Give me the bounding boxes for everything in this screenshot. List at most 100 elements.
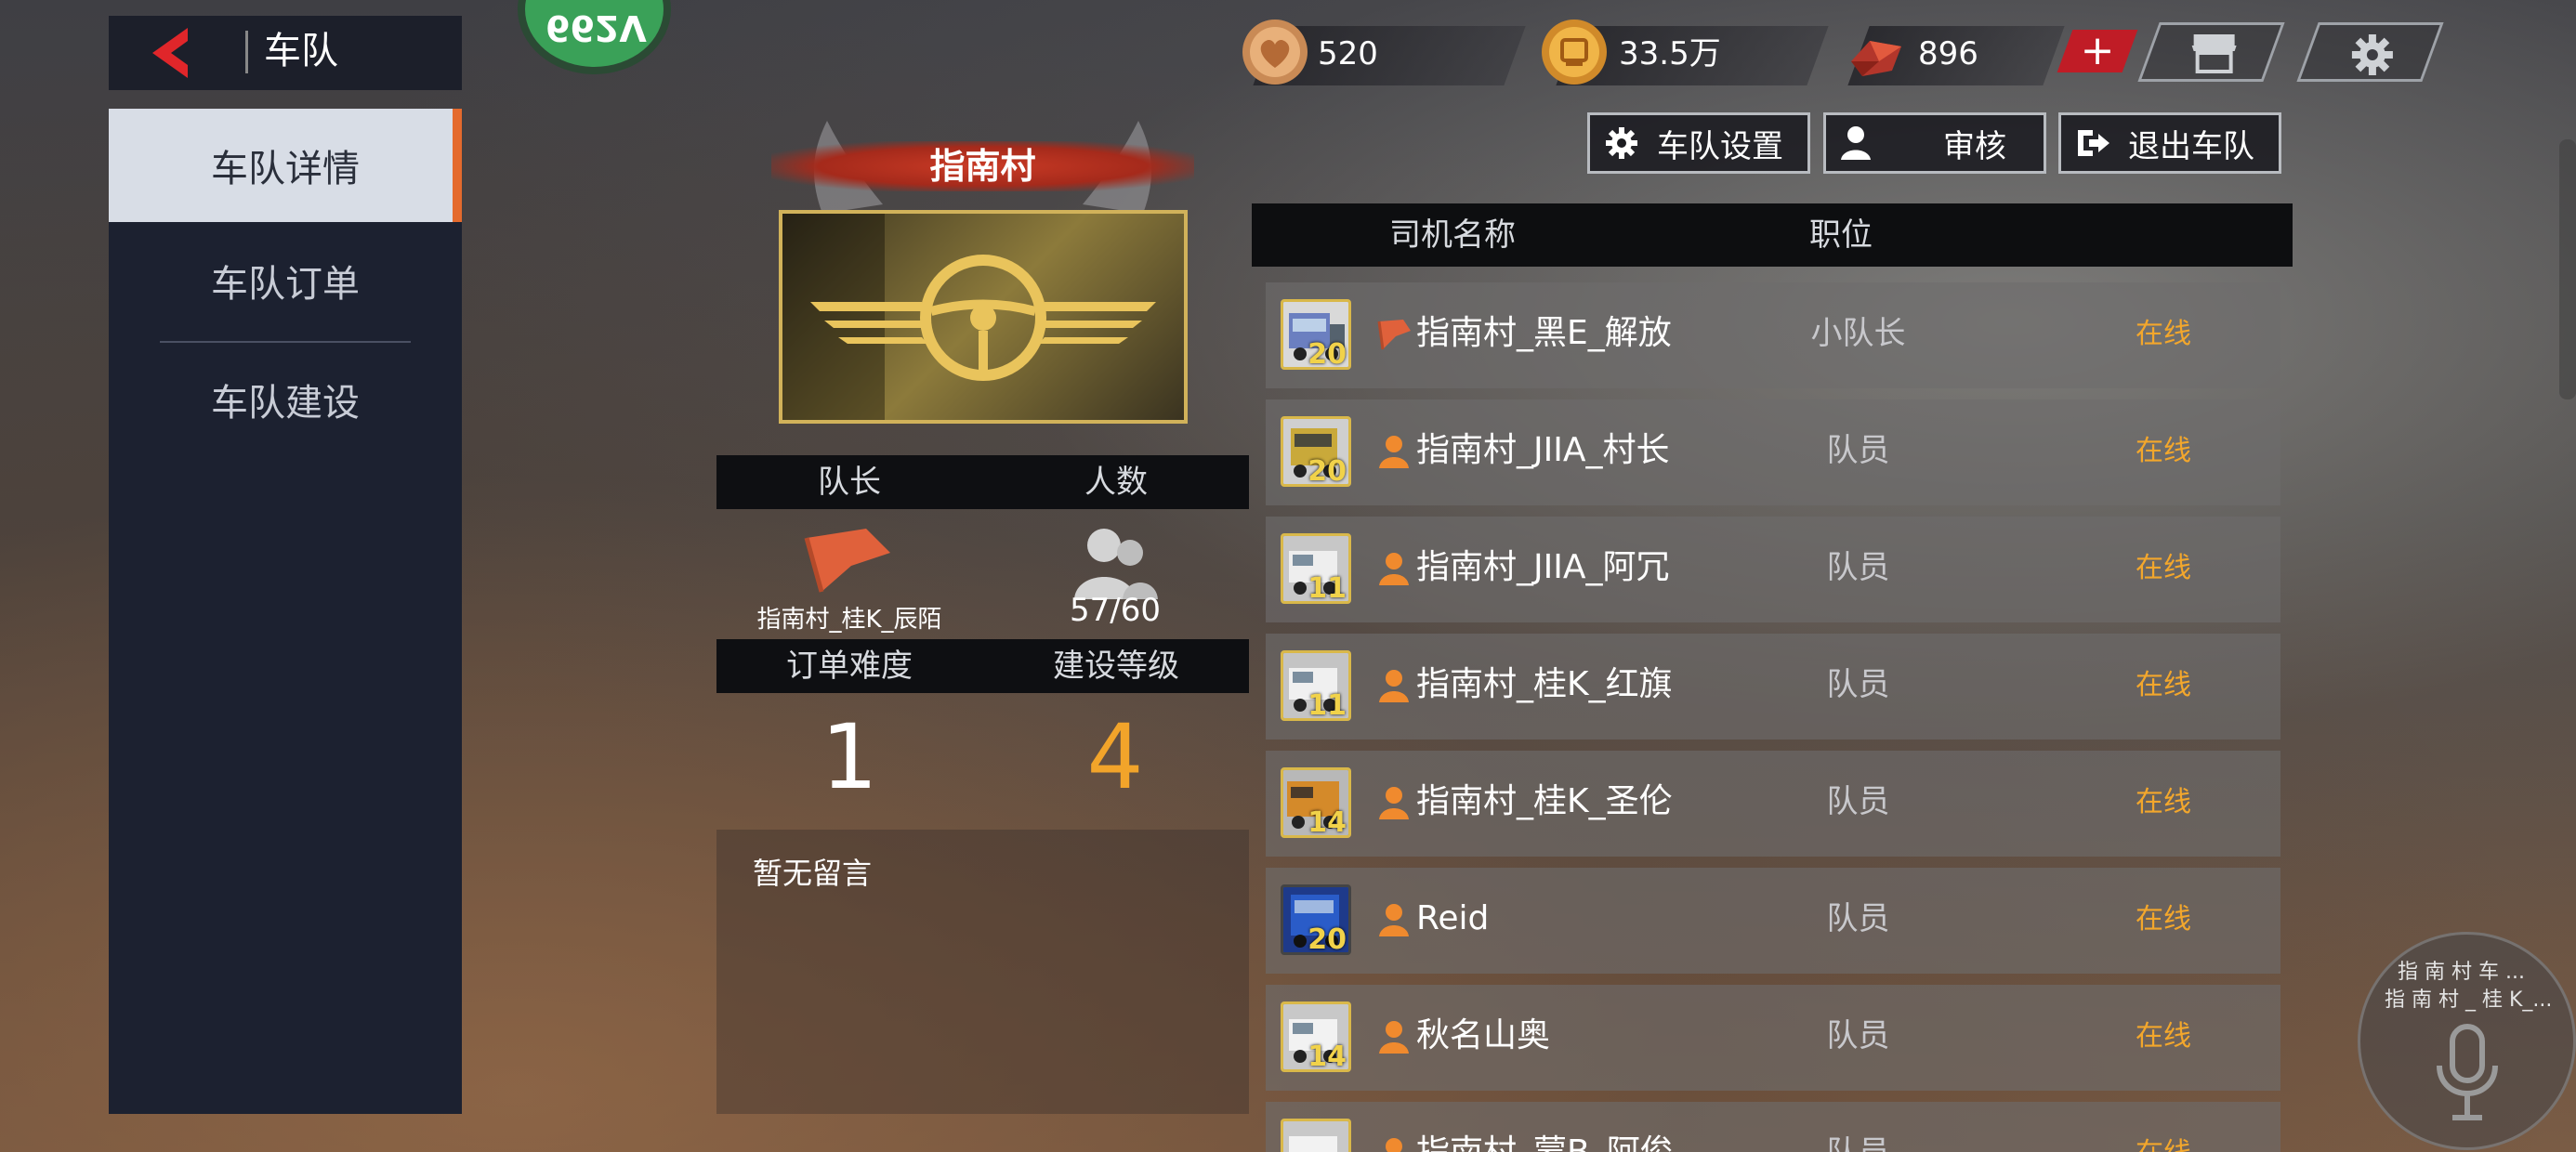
- truck-avatar: 20: [1281, 884, 1351, 955]
- member-status: 在线: [2136, 1020, 2191, 1053]
- member-status: 在线: [2136, 903, 2191, 936]
- team-settings-label: 车队设置: [1657, 127, 1783, 165]
- member-name: 指南村_蒙B_阿俊: [1416, 1132, 1674, 1152]
- truck-avatar: 14: [1281, 1001, 1351, 1072]
- back-icon[interactable]: [139, 20, 204, 85]
- title-separator: [245, 31, 248, 73]
- microphone-icon: [2437, 1024, 2498, 1120]
- count-header: 人数: [1084, 464, 1148, 501]
- level-badge[interactable]: 662V: [518, 0, 671, 74]
- members-header: 司机名称 职位: [1252, 203, 2293, 267]
- info-header-row-2: 订单难度 建设等级: [716, 639, 1249, 693]
- difficulty-header: 订单难度: [786, 648, 913, 685]
- driver-name-header: 司机名称: [1389, 216, 1516, 254]
- side-handle[interactable]: [2559, 139, 2576, 399]
- member-row[interactable]: 11 指南村_桂K_红旗 队员 在线: [1266, 634, 2280, 740]
- truck-level: 14: [1308, 1041, 1347, 1072]
- review-button[interactable]: 审核: [1823, 112, 2046, 174]
- person-icon: [1379, 787, 1409, 819]
- person-icon: [1841, 126, 1871, 160]
- truck-level: 20: [1308, 923, 1347, 955]
- member-name: 指南村_JIIA_村长: [1416, 431, 1670, 469]
- member-count: 57/60: [1070, 592, 1161, 629]
- sidebar-item-team-orders[interactable]: 车队订单: [109, 224, 462, 337]
- sidebar: 车队详情 车队订单 车队建设: [109, 109, 462, 1114]
- truck-avatar: 11: [1281, 533, 1351, 604]
- member-status: 在线: [2136, 318, 2191, 350]
- member-row[interactable]: 20 指南村_黑E_解放 小队长 在线: [1266, 282, 2280, 388]
- member-row[interactable]: 20 指南村_JIIA_村长 队员 在线: [1266, 399, 2280, 505]
- leader-name: 指南村_桂K_辰陌: [756, 606, 942, 634]
- truck-avatar: 11: [1281, 650, 1351, 721]
- member-name: 指南村_桂K_红旗: [1416, 665, 1673, 703]
- member-name: 指南村_JIIA_阿冗: [1416, 548, 1670, 586]
- member-position: 队员: [1826, 432, 1890, 469]
- leader-header: 队长: [818, 464, 881, 501]
- info-header-row-1: 队长 人数: [716, 455, 1249, 509]
- sidebar-item-label: 车队建设: [211, 382, 360, 425]
- quit-team-button[interactable]: 退出车队: [2058, 112, 2281, 174]
- truck-level: 14: [1308, 806, 1347, 838]
- build-level-header: 建设等级: [1053, 648, 1179, 685]
- member-position: 队员: [1826, 900, 1890, 937]
- member-row[interactable]: 11 指南村_JIIA_阿冗 队员 在线: [1266, 517, 2280, 622]
- voice-message-1: 指 南 村 车 ...: [2398, 961, 2525, 984]
- member-position: 小队长: [1810, 315, 1906, 352]
- sidebar-item-label: 车队订单: [211, 263, 360, 306]
- team-name: 指南村: [929, 146, 1036, 187]
- member-name: 秋名山奥: [1416, 1016, 1551, 1054]
- person-icon: [1379, 436, 1409, 468]
- truck-avatar: 20: [1281, 299, 1351, 370]
- message-text: 暂无留言: [753, 856, 873, 891]
- person-icon: [1379, 670, 1409, 702]
- member-name: Reid: [1416, 899, 1490, 937]
- store-button[interactable]: [2137, 22, 2285, 82]
- build-level-value: 4: [1086, 705, 1144, 809]
- quit-team-label: 退出车队: [2128, 127, 2254, 165]
- member-row[interactable]: 14 秋名山奥 队员 在线: [1266, 985, 2280, 1091]
- plus-icon: +: [2080, 27, 2115, 74]
- member-status: 在线: [2136, 669, 2191, 701]
- member-position: 队员: [1826, 549, 1890, 586]
- person-icon: [1379, 1021, 1409, 1054]
- member-status: 在线: [2136, 435, 2191, 467]
- gear-icon: [1606, 127, 1637, 159]
- badge-text: 662V: [545, 7, 647, 48]
- truck-icon: [1283, 1121, 1348, 1152]
- member-name: 指南村_黑E_解放: [1416, 314, 1672, 352]
- heart-coin-icon: [1242, 20, 1308, 85]
- sidebar-item-team-build[interactable]: 车队建设: [109, 343, 462, 456]
- add-gems-button[interactable]: +: [2057, 27, 2138, 74]
- member-position: 队员: [1786, 1132, 1930, 1152]
- sidebar-item-team-details[interactable]: 车队详情: [109, 109, 462, 222]
- team-settings-button[interactable]: 车队设置: [1587, 112, 1810, 174]
- store-icon: [2191, 34, 2237, 73]
- truck-level: 20: [1308, 338, 1347, 370]
- truck-avatar: 14: [1281, 767, 1351, 838]
- member-row[interactable]: 指南村_蒙B_阿俊 队员 在线: [1266, 1102, 2280, 1152]
- hearts-value: 520: [1318, 35, 1378, 72]
- voice-message-2: 指 南 村 _ 桂 K_...: [2385, 988, 2553, 1012]
- member-position: 队员: [1826, 666, 1890, 703]
- truck-avatar: 20: [1281, 416, 1351, 487]
- flag-icon: [1377, 320, 1411, 350]
- truck-avatar: [1281, 1119, 1351, 1152]
- members-icon: [1074, 529, 1158, 599]
- position-header: 职位: [1809, 216, 1873, 254]
- order-difficulty-value: 1: [821, 705, 878, 809]
- steering-wheel-icon: [782, 214, 1156, 420]
- member-status: 在线: [2136, 786, 2191, 818]
- gear-icon: [2351, 34, 2393, 75]
- coins-value: 33.5万: [1619, 35, 1721, 72]
- sidebar-item-label: 车队详情: [211, 148, 360, 190]
- person-icon: [1379, 553, 1409, 585]
- truck-level: 20: [1308, 455, 1347, 487]
- person-icon: [1386, 1138, 1402, 1152]
- member-status: 在线: [2136, 552, 2191, 584]
- team-emblem: [779, 210, 1188, 424]
- page-title: 车队: [264, 30, 338, 72]
- settings-button[interactable]: [2296, 22, 2444, 82]
- member-row[interactable]: 20 Reid 队员 在线: [1266, 868, 2280, 974]
- member-row[interactable]: 14 指南村_桂K_圣伦 队员 在线: [1266, 751, 2280, 857]
- exit-icon: [2078, 130, 2109, 156]
